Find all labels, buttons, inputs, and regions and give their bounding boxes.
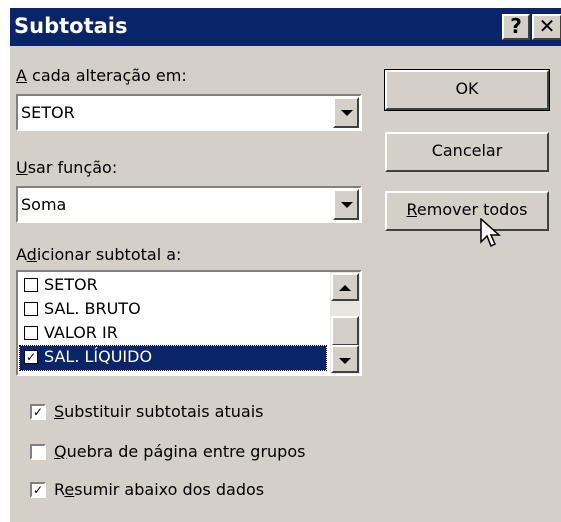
list-item[interactable]: VALOR IR — [20, 322, 326, 346]
checkbox[interactable] — [24, 278, 38, 292]
group-by-value: SETOR — [21, 103, 75, 122]
scroll-down-button[interactable] — [331, 345, 359, 373]
group-by-combo[interactable]: SETOR — [16, 94, 362, 131]
function-label: Usar função: — [16, 158, 118, 177]
chevron-down-icon — [339, 358, 351, 364]
scroll-thumb[interactable] — [331, 316, 359, 346]
list-item[interactable]: SAL. BRUTO — [20, 298, 326, 322]
checkbox[interactable] — [24, 302, 38, 316]
function-combo[interactable]: Soma — [16, 186, 362, 223]
replace-subtotals-label: Substituir subtotais atuais — [54, 402, 264, 421]
list-item-label: SETOR — [44, 275, 98, 294]
scroll-up-button[interactable] — [331, 273, 359, 301]
add-subtotal-list[interactable]: SETOR SAL. BRUTO VALOR IR ✓ SAL. LÍQUIDO — [16, 270, 362, 376]
help-icon: ? — [510, 14, 522, 38]
remove-all-button[interactable]: Remover todos — [385, 191, 549, 231]
list-item-selected[interactable]: ✓ SAL. LÍQUIDO — [19, 345, 327, 371]
summary-below-label: Resumir abaixo dos dados — [54, 480, 265, 499]
title-bar[interactable]: Subtotais ? ✕ — [10, 8, 561, 46]
list-scrollbar[interactable] — [330, 272, 360, 374]
close-icon: ✕ — [538, 14, 556, 38]
add-subtotal-label: Adicionar subtotal a: — [16, 245, 182, 264]
list-item-label: SAL. LÍQUIDO — [44, 347, 153, 366]
page-break-label: Quebra de página entre grupos — [54, 442, 306, 461]
chevron-down-icon — [341, 202, 353, 208]
window-title: Subtotais — [14, 14, 128, 38]
page-break-checkbox[interactable] — [30, 444, 46, 460]
group-by-dropdown-button[interactable] — [333, 97, 359, 128]
close-button[interactable]: ✕ — [532, 14, 561, 40]
subtotals-dialog: Subtotais ? ✕ A cada alteração em: SETOR… — [10, 8, 561, 522]
replace-subtotals-checkbox[interactable]: ✓ — [30, 404, 46, 420]
help-button[interactable]: ? — [502, 14, 530, 40]
chevron-down-icon — [341, 110, 353, 116]
list-item-label: SAL. BRUTO — [44, 299, 141, 318]
ok-button[interactable]: OK — [384, 69, 550, 111]
cancel-button[interactable]: Cancelar — [385, 132, 549, 172]
mouse-cursor-icon — [480, 218, 501, 248]
checkbox[interactable] — [24, 326, 38, 340]
list-item-label: VALOR IR — [44, 323, 118, 342]
checkbox[interactable]: ✓ — [24, 350, 38, 364]
summary-below-checkbox[interactable]: ✓ — [30, 482, 46, 498]
list-item[interactable]: SETOR — [20, 274, 326, 298]
group-by-label: A cada alteração em: — [16, 66, 187, 85]
chevron-up-icon — [339, 285, 351, 291]
function-value: Soma — [21, 195, 67, 214]
function-dropdown-button[interactable] — [333, 189, 359, 220]
